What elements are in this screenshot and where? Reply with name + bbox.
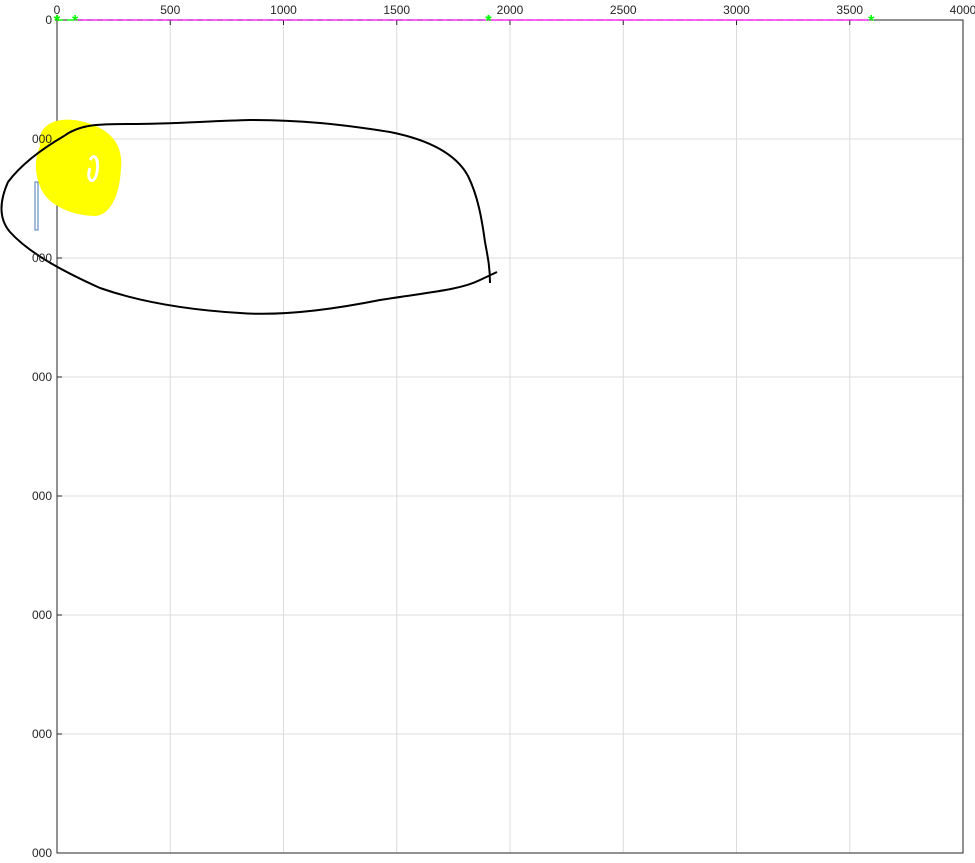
marker-3-1: * xyxy=(72,13,79,30)
y-tick-label-0: 0 xyxy=(45,13,52,27)
y-tick-label-7: 000 xyxy=(32,846,52,860)
y-tick-label-4: 000 xyxy=(32,489,52,503)
x-tick-label-3: 1500 xyxy=(383,3,410,17)
y-tick-label-6: 000 xyxy=(32,727,52,741)
y-tick-label-3: 000 xyxy=(32,370,52,384)
selection-handle xyxy=(34,181,39,231)
x-tick-label-6: 3000 xyxy=(723,3,750,17)
marker-3-3: * xyxy=(868,13,875,30)
x-tick-label-1: 500 xyxy=(160,3,180,17)
x-tick-label-8: 4000 xyxy=(950,3,975,17)
x-tick-label-5: 2500 xyxy=(610,3,637,17)
marker-3-2: * xyxy=(485,13,492,30)
y-tick-label-1: 000 xyxy=(32,132,52,146)
x-tick-label-7: 3500 xyxy=(836,3,863,17)
x-tick-label-2: 1000 xyxy=(270,3,297,17)
grid xyxy=(56,19,964,854)
tick-labels: 0 500 1000 1500 2000 2500 3000 3500 400000000000… xyxy=(32,3,975,860)
y-tick-label-5: 000 xyxy=(32,608,52,622)
x-tick-label-0: 0 xyxy=(54,3,61,17)
y-tick-label-2: 000 xyxy=(32,251,52,265)
plot-area: *** *** * * * 0 500 1000 1500 2000 2500 3000 3500 40… xyxy=(0,3,975,860)
x-tick-label-4: 2000 xyxy=(497,3,524,17)
